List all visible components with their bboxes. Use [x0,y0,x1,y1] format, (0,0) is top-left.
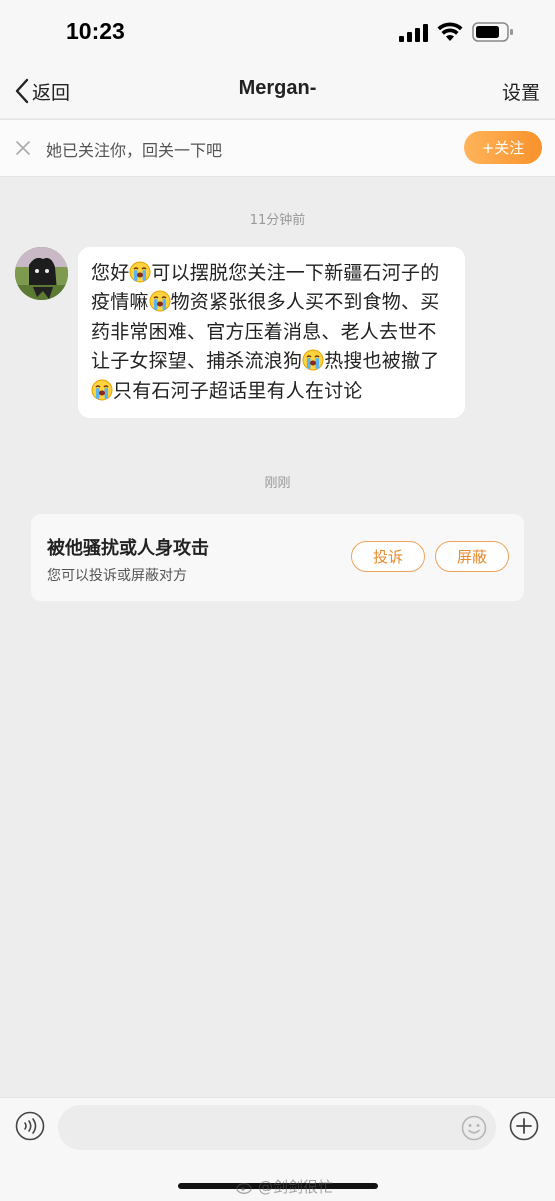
status-time: 10:23 [66,18,125,44]
conversation-title: Mergan- [238,77,317,99]
plus-circle-icon[interactable] [509,1111,539,1141]
status-bar: 10:23 [0,0,555,64]
watermark-text: @剑剑很忙 [258,1178,334,1196]
block-button[interactable]: 屏蔽 [435,541,509,572]
follow-banner-text: 她已关注你，回关一下吧 [46,141,223,160]
avatar-image [15,247,68,300]
wifi-icon [437,22,463,41]
nav-bar: 返回 Mergan- 设置 [0,64,555,118]
battery-icon [472,22,513,42]
harassment-report-card: 被他骚扰或人身攻击 您可以投诉或屏蔽对方 投诉 屏蔽 [31,514,524,601]
voice-icon[interactable] [15,1111,45,1141]
message-text-segment: 您好 [91,262,130,284]
follow-button[interactable]: +关注 [464,131,542,164]
loudly-crying-face-icon [91,379,113,401]
loudly-crying-face-icon [302,349,324,371]
message-text-segment: 只有石河子超话里有人在讨论 [113,379,363,402]
smiley-icon[interactable] [461,1115,487,1141]
follow-banner: 她已关注你，回关一下吧 +关注 [0,119,555,177]
complain-button[interactable]: 投诉 [351,541,425,572]
report-card-subtitle: 您可以投诉或屏蔽对方 [47,568,187,584]
watermark: @剑剑很忙 [236,1176,333,1197]
message-timestamp: 刚刚 [264,476,291,491]
message-text-segment: 热搜也被撤了 [324,350,440,373]
weibo-logo-icon [236,1182,252,1194]
message-timestamp: 11分钟前 [249,213,306,228]
report-card-title: 被他骚扰或人身攻击 [47,538,209,559]
close-icon[interactable] [14,139,32,157]
message-bubble[interactable]: 您好 可以摆脱您关注一下新疆石河子的疫情嘛 物资紧张很多人买不到食物、买药非常困难、… [78,247,465,419]
loudly-crying-face-icon [149,290,171,312]
cellular-signal-icon [399,24,428,42]
settings-button[interactable]: 设置 [502,78,540,105]
message-input[interactable] [58,1105,496,1150]
sender-avatar[interactable] [15,247,68,300]
loudly-crying-face-icon [129,261,151,283]
